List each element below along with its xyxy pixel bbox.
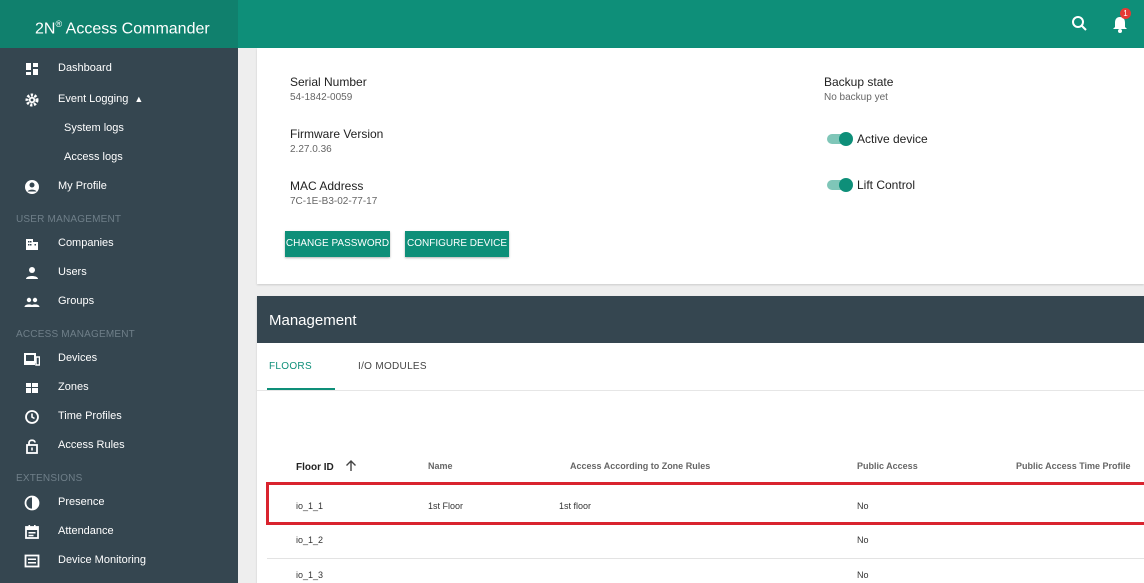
sidebar-item-label: Presence (58, 496, 105, 508)
sidebar-item-label: Devices (58, 352, 98, 364)
sidebar-item-label: Event Logging (58, 93, 129, 105)
app-title-main: 2N (35, 20, 56, 38)
account-circle-icon (24, 179, 40, 195)
dashboard-icon (24, 61, 40, 77)
sidebar-item-label: My Profile (58, 180, 107, 192)
sidebar-item-label: Attendance (58, 525, 114, 537)
sidebar-item-zones[interactable]: Zones (0, 374, 238, 402)
device-info-card: Serial Number 54-1842-0059 Firmware Vers… (257, 48, 1144, 284)
person-icon (24, 265, 40, 281)
sidebar-item-companies[interactable]: Companies (0, 230, 238, 258)
section-user-management: USER MANAGEMENT (16, 214, 122, 225)
sidebar-item-attendance[interactable]: Attendance (0, 518, 238, 546)
sidebar-item-groups[interactable]: Groups (0, 288, 238, 316)
sidebar-item-time-profiles[interactable]: Time Profiles (0, 403, 238, 431)
sidebar-item-label: Access logs (64, 151, 123, 163)
backup-state-label: Backup state (824, 75, 894, 89)
cell-floor-id: io_1_2 (296, 535, 324, 545)
devices-icon (24, 351, 41, 367)
lift-control-label: Lift Control (857, 178, 916, 192)
calendar-icon (24, 524, 40, 540)
sidebar-item-event-logging[interactable]: Event Logging ▲ (0, 86, 238, 114)
sidebar-item-label: Time Profiles (58, 410, 122, 422)
zones-icon (24, 380, 40, 396)
serial-number-label: Serial Number (290, 75, 367, 89)
group-icon (24, 294, 40, 310)
management-title: Management (257, 296, 1144, 343)
sidebar-item-label: Device Monitoring (58, 554, 147, 566)
sidebar-item-label: Zones (58, 381, 89, 393)
sidebar-item-label: Dashboard (58, 62, 112, 74)
building-icon (24, 236, 40, 252)
sidebar: Dashboard Event Logging ▲ System logs Acc… (0, 48, 238, 583)
sidebar-item-label: Companies (58, 237, 114, 249)
sidebar-item-devices[interactable]: Devices (0, 345, 238, 373)
arrow-up-icon[interactable] (345, 460, 357, 475)
sidebar-item-presence[interactable]: Presence (0, 489, 238, 517)
row-divider (267, 558, 1144, 559)
sidebar-item-label: Users (58, 266, 87, 278)
notification-badge: 1 (1120, 8, 1131, 19)
sidebar-item-dashboard[interactable]: Dashboard (0, 55, 238, 83)
active-device-label: Active device (857, 132, 928, 146)
cell-floor-id: io_1_3 (296, 570, 324, 580)
section-extensions: EXTENSIONS (16, 473, 83, 484)
active-device-toggle[interactable] (827, 132, 853, 146)
gear-icon (24, 92, 40, 108)
column-header-zone-rules[interactable]: Access According to Zone Rules (570, 461, 710, 471)
toggle-thumb (839, 132, 853, 146)
column-header-public-access[interactable]: Public Access (857, 461, 918, 471)
sidebar-item-access-logs[interactable]: Access logs (0, 144, 238, 172)
search-icon[interactable] (1070, 14, 1090, 34)
column-header-label: Floor ID (296, 462, 334, 474)
sidebar-item-label-wrap: Event Logging ▲ (58, 93, 143, 105)
sidebar-item-access-rules[interactable]: Access Rules (0, 432, 238, 460)
mac-address-label: MAC Address (290, 179, 364, 193)
sidebar-item-system-logs[interactable]: System logs (0, 115, 238, 143)
top-bar: 2N® Access Commander 1 (0, 0, 1144, 48)
toggle-thumb (839, 178, 853, 192)
app-title-rest: Access Commander (62, 20, 210, 38)
tab-io-modules[interactable]: I/O MODULES (358, 361, 427, 372)
column-header-public-access-time-profile[interactable]: Public Access Time Profile (1016, 461, 1131, 471)
tab-floors[interactable]: FLOORS (269, 361, 312, 372)
section-access-management: ACCESS MANAGEMENT (16, 329, 135, 340)
sidebar-item-label: Access Rules (58, 439, 125, 451)
cell-public-access: No (857, 535, 869, 545)
firmware-version-value: 2.27.0.36 (290, 144, 332, 155)
firmware-version-label: Firmware Version (290, 127, 384, 141)
backup-state-value: No backup yet (824, 92, 888, 103)
configure-device-button[interactable]: CONFIGURE DEVICE (405, 231, 509, 257)
cell-public-access: No (857, 570, 869, 580)
presence-icon (24, 495, 40, 511)
clock-icon (24, 409, 40, 425)
sidebar-item-device-monitoring[interactable]: Device Monitoring (0, 547, 238, 575)
lock-open-icon (24, 438, 40, 454)
sidebar-item-label: Groups (58, 295, 95, 307)
sidebar-item-users[interactable]: Users (0, 259, 238, 287)
active-tab-indicator (267, 388, 335, 390)
monitor-list-icon (24, 553, 40, 569)
sidebar-item-label: System logs (64, 122, 124, 134)
chevron-up-icon: ▲ (134, 94, 144, 104)
column-header-floor-id[interactable]: Floor ID (296, 460, 357, 475)
app-title[interactable]: 2N® Access Commander (0, 0, 238, 48)
row-highlight-annotation (266, 482, 1144, 525)
lift-control-toggle[interactable] (827, 178, 853, 192)
column-header-name[interactable]: Name (428, 461, 453, 471)
sidebar-item-my-profile[interactable]: My Profile (0, 173, 238, 201)
serial-number-value: 54-1842-0059 (290, 92, 353, 103)
mac-address-value: 7C-1E-B3-02-77-17 (290, 196, 378, 207)
tabs-divider (257, 390, 1144, 391)
management-card: Management FLOORS I/O MODULES Floor ID N… (257, 296, 1144, 583)
change-password-button[interactable]: CHANGE PASSWORD (285, 231, 390, 257)
